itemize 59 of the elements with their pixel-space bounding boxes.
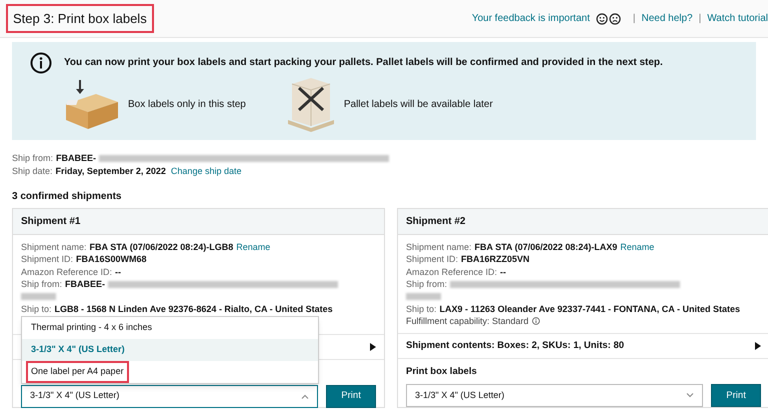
change-date-link[interactable]: Change ship date: [170, 165, 242, 178]
section-heading: 3 confirmed shipments: [12, 190, 122, 203]
print-button[interactable]: Print: [711, 384, 761, 408]
field-label: Ship to:: [21, 302, 52, 316]
field-label: Ship from:: [12, 152, 54, 165]
expand-arrow-icon[interactable]: [755, 342, 761, 350]
card-header: Shipment #1: [13, 209, 384, 235]
separator: |: [698, 12, 702, 26]
field-value: FBA STA (07/06/2022 08:24)-LAX9: [474, 241, 618, 254]
field-label: Shipment ID:: [21, 253, 74, 266]
info-icon[interactable]: [532, 317, 540, 326]
chevron-down-icon: [686, 393, 694, 398]
field-label: Ship from:: [21, 278, 62, 291]
field-value: FBABEE-: [56, 152, 96, 165]
chevron-up-icon: [301, 394, 310, 399]
card-header: Shipment #2: [398, 209, 768, 235]
dropdown-option[interactable]: Thermal printing - 4 x 6 inches: [26, 317, 158, 339]
expand-arrow-icon[interactable]: [370, 342, 376, 351]
redacted-text: [21, 293, 56, 300]
rename-link[interactable]: Rename: [236, 241, 270, 254]
field-label: Amazon Reference ID:: [406, 266, 498, 278]
label-size-select[interactable]: 3-1/3" X 4" (US Letter): [406, 384, 704, 408]
smiley-face-icon[interactable]: [596, 12, 608, 24]
field-value: --: [500, 266, 506, 278]
field-value: FBABEE-: [65, 278, 106, 291]
banner-item-label: Box labels only in this step: [128, 98, 246, 112]
cardboard-box-drawing: [64, 78, 120, 130]
redacted-text: [406, 293, 441, 300]
rename-link[interactable]: Rename: [620, 241, 654, 254]
label-size-select[interactable]: 3-1/3" X 4" (US Letter): [21, 384, 318, 408]
field-label: Amazon Reference ID:: [21, 266, 112, 278]
field-value: FBA STA (07/06/2022 08:24)-LGB8: [90, 241, 234, 254]
feedback-link[interactable]: Your feedback is important: [472, 11, 590, 26]
field-label: Shipment name:: [21, 241, 87, 254]
sad-face-icon[interactable]: [608, 12, 621, 24]
dropdown-option[interactable]: One label per A4 paper: [26, 361, 129, 383]
field-value: FBA16S00WM68: [76, 253, 147, 266]
field-label: Ship to:: [406, 302, 437, 316]
print-heading: Print box labels: [406, 365, 478, 380]
print-button[interactable]: Print: [326, 384, 376, 408]
field-value: LGB8 - 1568 N Linden Ave 92376-8624 - Rialto, CA - United States: [54, 302, 333, 316]
page-title: Step 3: Print box labels: [6, 4, 154, 34]
field-value: Friday, September 2, 2022: [56, 165, 166, 178]
crossed-pallet-drawing: [286, 76, 336, 132]
banner-message: You can now print your box labels and start packing your pallets. Pallet labels will be confirmed and provided in the next step.: [64, 56, 663, 70]
field-label: Shipment ID:: [406, 253, 458, 266]
contents-summary: Shipment contents: Boxes: 2, SKUs: 1, Units: 80: [406, 339, 624, 354]
field-label: Ship date:: [12, 165, 53, 178]
field-value: FBA16RZZ05VN: [461, 253, 530, 266]
capability-text: Fulfillment capability: Standard: [406, 315, 529, 328]
separator: |: [632, 12, 636, 26]
field-label: Shipment name:: [406, 241, 472, 254]
help-link[interactable]: Watch tutorial: [707, 11, 768, 26]
field-value: LAX9 - 11263 Oleander Ave 92337-7441 - FONTANA, CA - United States: [440, 302, 740, 316]
field-label: Ship from:: [406, 278, 448, 291]
banner-item-label: Pallet labels will be available later: [344, 98, 493, 112]
info-icon: [30, 52, 52, 74]
field-value: --: [115, 266, 122, 278]
help-link[interactable]: Need help?: [641, 11, 693, 26]
